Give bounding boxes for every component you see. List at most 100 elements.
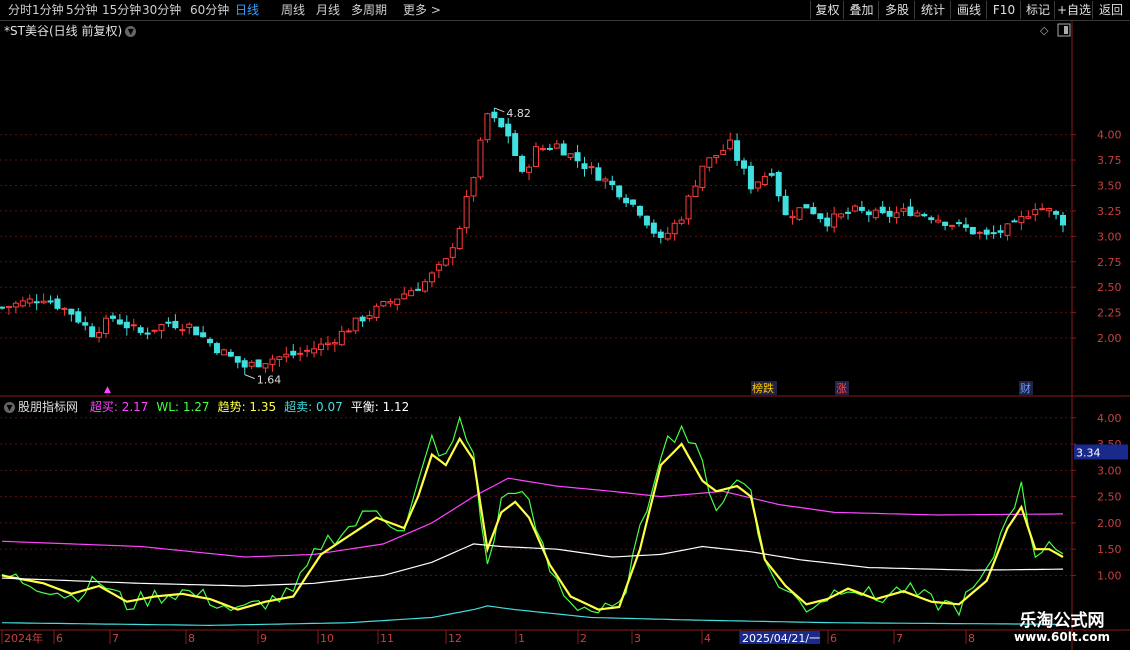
indicator-line-1 (1, 415, 1064, 617)
low-marker-line (244, 374, 255, 380)
candle-body (103, 317, 110, 335)
candle-body (359, 316, 366, 322)
candle-body (1018, 215, 1025, 224)
candle-body (387, 301, 394, 304)
price-tick-label: 3.50 (1097, 179, 1122, 192)
candle-body (75, 311, 82, 323)
candle-body (137, 327, 144, 333)
candle-body (123, 321, 130, 329)
candle-body (595, 167, 602, 181)
candle-body (1032, 209, 1039, 216)
candle-body (609, 180, 616, 186)
candle-body (283, 353, 290, 358)
candle-body (213, 343, 220, 354)
low-price-label: 1.64 (257, 374, 282, 387)
candle-body (754, 181, 761, 189)
candle-body (928, 217, 935, 221)
candle-body (255, 359, 262, 368)
watermark-title: 乐淘公式网 (1019, 611, 1105, 631)
candle-body (685, 195, 692, 220)
x-axis-label: 6 (830, 632, 837, 645)
candle-body (290, 350, 297, 356)
candle-body (761, 176, 768, 185)
candle-body (394, 298, 401, 305)
candle-body (82, 322, 89, 326)
candle-body (678, 219, 685, 224)
candle-body (401, 293, 408, 300)
candle-body (352, 317, 359, 332)
candle-body (463, 195, 470, 229)
x-axis-label: 7 (112, 632, 119, 645)
candle-body (165, 321, 172, 324)
candle-body (1060, 214, 1066, 226)
candle-body (435, 264, 442, 271)
candle-body (33, 301, 40, 304)
candle-body (442, 258, 449, 266)
candle-body (317, 343, 324, 350)
legend-item-2: 趋势: 1.35 (217, 400, 277, 414)
current-value-text: 3.34 (1076, 446, 1101, 459)
candle-body (144, 332, 151, 335)
candle-body (623, 197, 630, 204)
candle-body (297, 352, 304, 355)
watermark: 乐淘公式网 www.60lt.com (994, 604, 1130, 650)
candle-body (220, 349, 227, 356)
candle-body (983, 229, 990, 235)
candle-body (234, 356, 241, 363)
candle-body (949, 224, 956, 227)
x-axis-label: 9 (260, 632, 267, 645)
candle-body (990, 232, 997, 235)
price-tick-label: 2.50 (1097, 281, 1122, 294)
candle-body (935, 219, 942, 223)
chevron-down-icon[interactable]: ▼ (4, 402, 15, 413)
candle-body (61, 307, 68, 310)
candle-body (727, 139, 734, 150)
candle-body (89, 326, 96, 338)
candle-body (636, 205, 643, 216)
x-axis-label: 8 (188, 632, 195, 645)
candle-body (553, 143, 560, 149)
diamond-icon: ◇ (1040, 24, 1049, 37)
candle-body (851, 205, 858, 212)
candle-body (969, 226, 976, 235)
candle-body (734, 140, 741, 161)
candle-body (962, 224, 969, 228)
candle-body (311, 348, 318, 354)
candle-body (671, 222, 678, 235)
candle-body (1025, 216, 1032, 219)
candle-body (179, 329, 186, 332)
candle-body (207, 338, 214, 344)
candle-body (546, 147, 553, 150)
candle-body (158, 323, 165, 332)
candle-body (366, 315, 373, 319)
candle-body (428, 272, 435, 283)
candle-body (720, 150, 727, 155)
candle-body (408, 290, 415, 297)
candle-body (491, 111, 498, 119)
candle-body (1053, 211, 1060, 215)
candle-body (650, 222, 657, 234)
candle-body (248, 361, 255, 367)
panel-toggle-icon-fill (1064, 26, 1068, 34)
x-axis-label: 11 (380, 632, 394, 645)
candle-body (505, 123, 512, 137)
candle-body (338, 330, 345, 346)
price-tick-label: 3.75 (1097, 154, 1122, 167)
candle-body (789, 215, 796, 219)
candle-body (96, 331, 103, 338)
candle-body (824, 217, 831, 227)
event-label-2: 财 (1020, 381, 1031, 395)
candle-body (845, 211, 852, 214)
candle-body (560, 143, 567, 156)
x-axis-label: 12 (448, 632, 462, 645)
x-axis-label: 2025/04/21/一 (742, 632, 820, 645)
price-tick-label: 2.00 (1097, 332, 1122, 345)
price-tick-label: 3.00 (1097, 230, 1122, 243)
candle-body (616, 185, 623, 198)
candle-body (512, 133, 519, 156)
candle-body (262, 363, 269, 369)
indicator-line-0 (1, 477, 1064, 558)
candle-body (768, 173, 775, 176)
candle-body (602, 178, 609, 182)
price-tick-label: 3.25 (1097, 205, 1122, 218)
